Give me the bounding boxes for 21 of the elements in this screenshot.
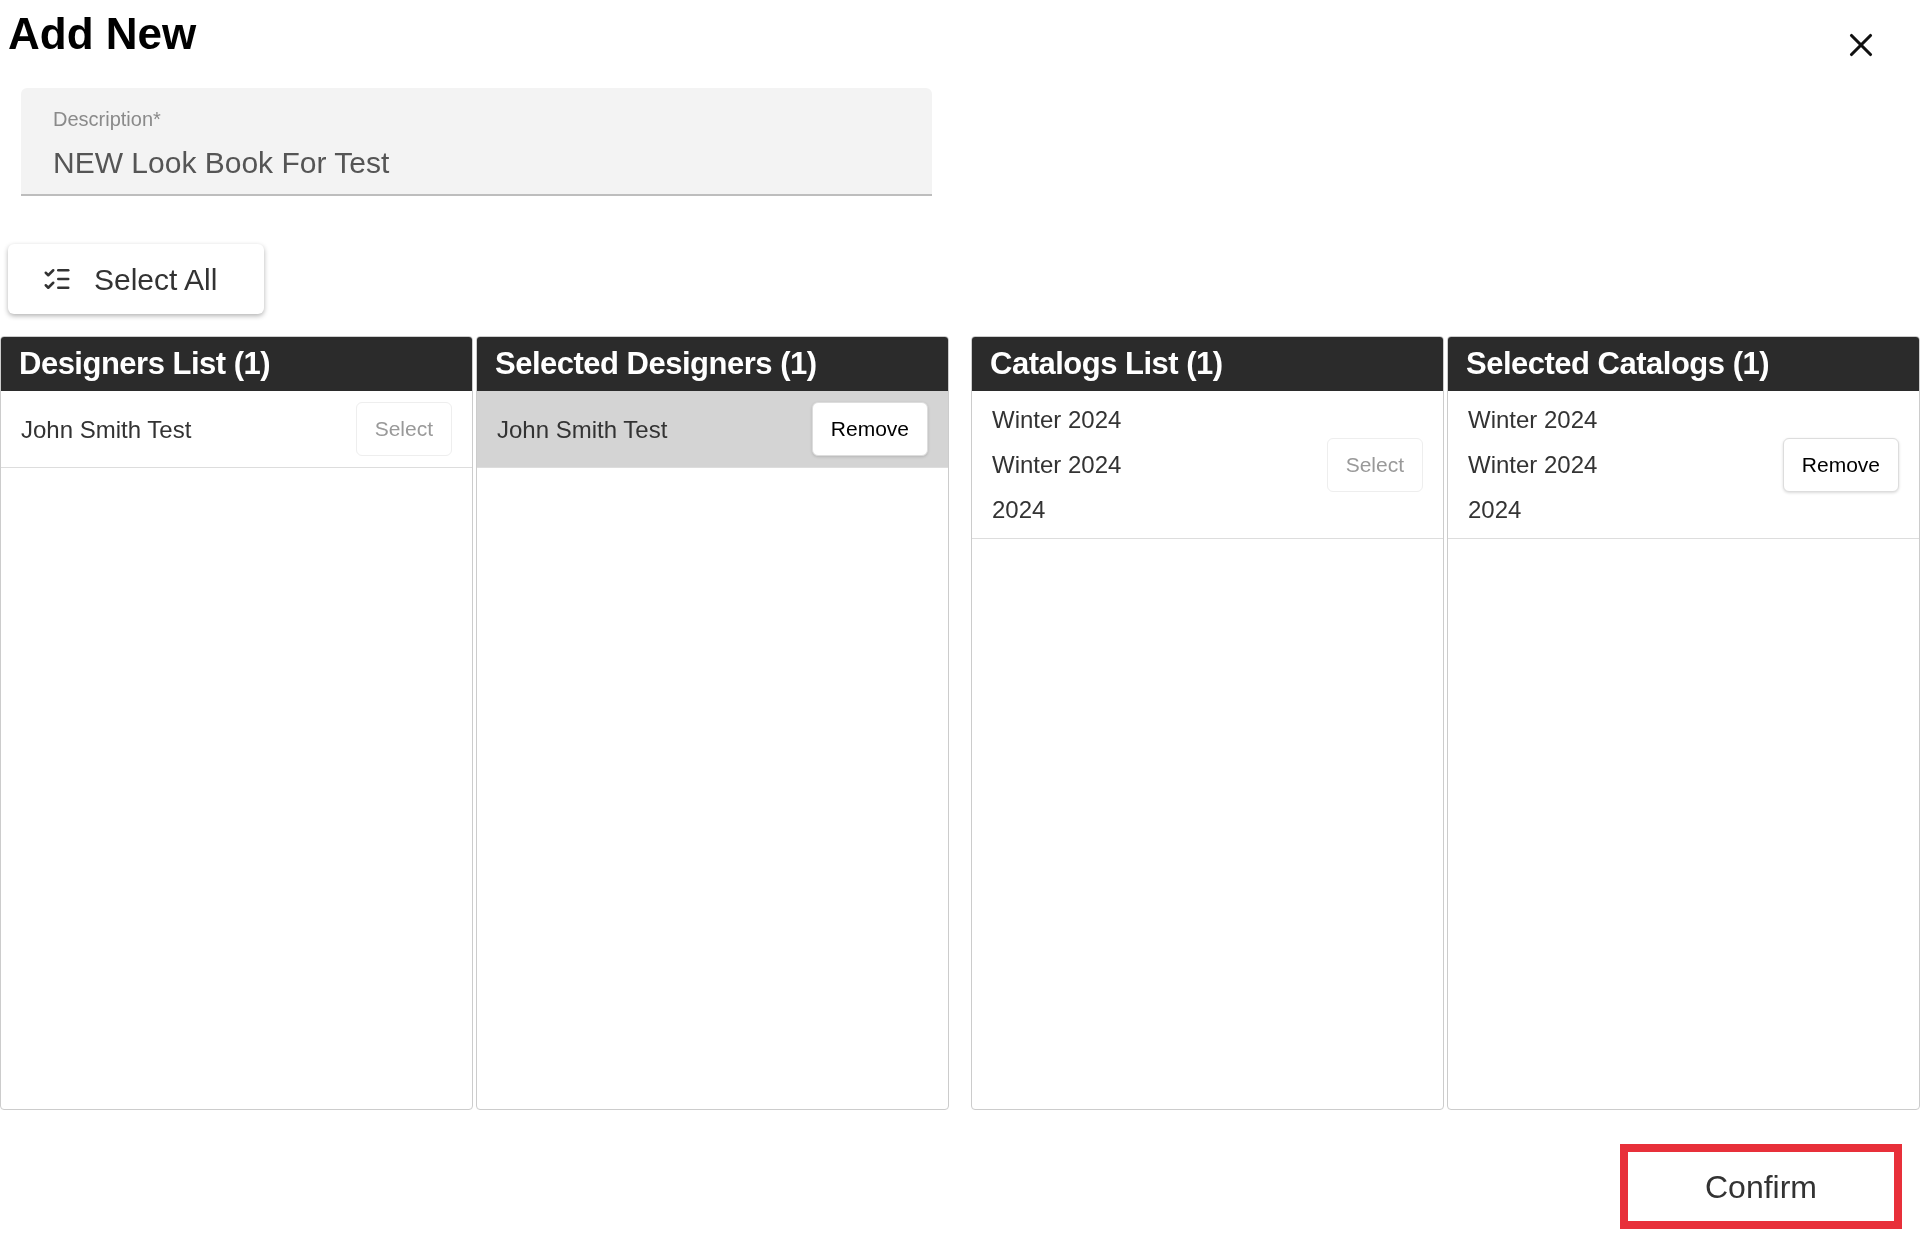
select-all-button[interactable]: Select All	[8, 244, 264, 314]
row-text: John Smith Test	[497, 414, 668, 445]
row-text: Winter 2024	[992, 450, 1122, 480]
row-text: Winter 2024	[1468, 450, 1598, 480]
row-text: 2024	[1468, 495, 1523, 525]
list-row[interactable]: John Smith Test Remove	[477, 391, 948, 468]
panel-header: Catalogs List (1)	[972, 337, 1443, 391]
field-label: Description*	[53, 107, 162, 132]
panel-header: Designers List (1)	[1, 337, 472, 391]
confirm-button[interactable]: Confirm	[1620, 1144, 1902, 1229]
panel-header: Selected Catalogs (1)	[1448, 337, 1919, 391]
panel-header: Selected Designers (1)	[477, 337, 948, 391]
description-field[interactable]: Description* NEW Look Book For Test	[21, 88, 932, 196]
row-text: Winter 2024	[1468, 405, 1598, 435]
row-text: Winter 2024	[992, 405, 1122, 435]
row-text: John Smith Test	[21, 414, 192, 445]
dialog-title: Add New	[8, 8, 197, 60]
remove-button[interactable]: Remove	[1782, 437, 1899, 492]
row-text: 2024	[992, 495, 1047, 525]
field-value: NEW Look Book For Test	[53, 145, 391, 181]
remove-button[interactable]: Remove	[811, 402, 928, 456]
